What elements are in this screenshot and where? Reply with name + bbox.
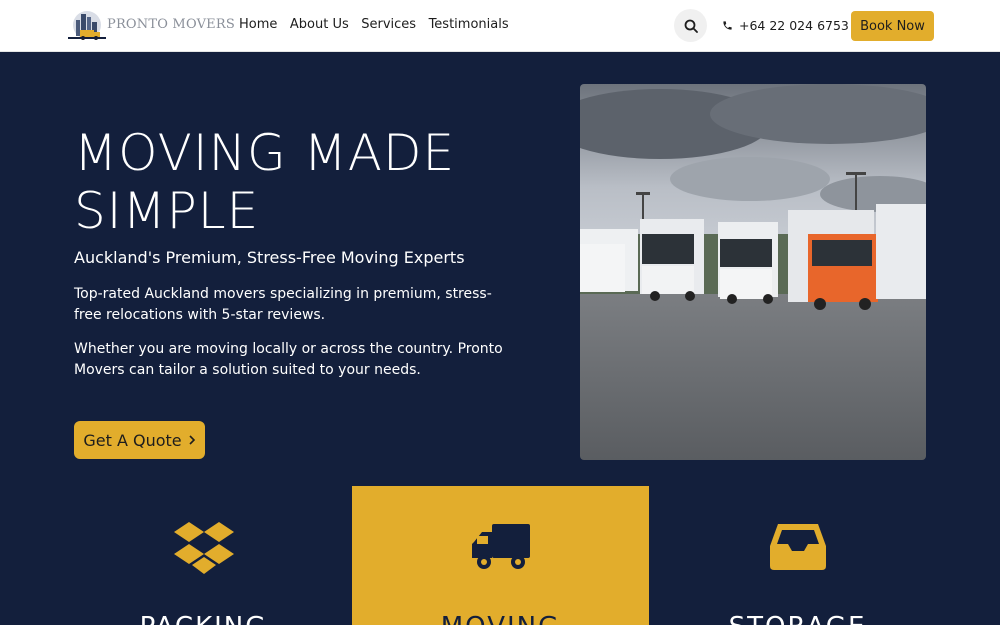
phone-icon: [723, 21, 732, 30]
service-packing-label: PACKING: [55, 612, 352, 625]
service-moving[interactable]: MOVING: [352, 486, 649, 625]
nav-about-us[interactable]: About Us: [290, 17, 349, 32]
search-icon: [684, 19, 698, 33]
dropbox-icon: [173, 522, 234, 574]
service-packing[interactable]: PACKING: [55, 486, 352, 625]
truck-icon: [471, 524, 530, 569]
inbox-icon: [769, 524, 826, 570]
service-storage[interactable]: STORAGE: [649, 486, 946, 625]
service-storage-label: STORAGE: [649, 612, 946, 625]
phone-number: +64 22 024 6753: [739, 18, 849, 33]
hero-image-trucks: [580, 84, 926, 460]
hero-title: MOVING MADE SIMPLE: [74, 124, 456, 240]
logo-icon: [68, 11, 106, 40]
get-quote-label: Get A Quote: [83, 430, 182, 450]
chevron-right-icon: [189, 435, 195, 445]
hero-subtitle: Auckland's Premium, Stress-Free Moving E…: [74, 248, 465, 267]
logo[interactable]: PRONTO MOVERS: [66, 8, 235, 42]
nav-services[interactable]: Services: [361, 17, 416, 32]
book-now-button[interactable]: Book Now: [851, 11, 934, 41]
hero-paragraph-1: Top-rated Auckland movers specializing i…: [74, 286, 492, 323]
service-moving-label: MOVING: [352, 612, 649, 625]
search-button[interactable]: [674, 9, 707, 42]
get-quote-button[interactable]: Get A Quote: [74, 421, 205, 459]
phone-link[interactable]: +64 22 024 6753: [722, 18, 849, 33]
main-nav: Home About Us Services Testimonials: [239, 17, 521, 32]
site-header: PRONTO MOVERS Home About Us Services Tes…: [0, 0, 1000, 52]
logo-text: PRONTO MOVERS: [107, 17, 235, 32]
nav-home[interactable]: Home: [239, 17, 277, 32]
nav-testimonials[interactable]: Testimonials: [429, 17, 509, 32]
hero-paragraph-2: Whether you are moving locally or across…: [74, 341, 503, 378]
